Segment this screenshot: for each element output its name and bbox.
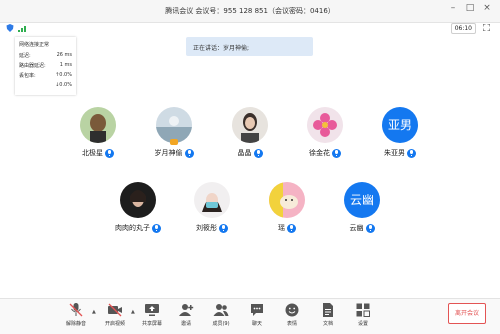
title-bar: 腾讯会议 会议号：955 128 851（会议密码：0416） – □ ×	[0, 0, 500, 23]
network-row: 丢包率: ↑0.0%	[19, 72, 72, 80]
fullscreen-icon[interactable]	[483, 24, 490, 31]
share-screen-button[interactable]: 共享屏幕	[137, 302, 167, 332]
avatar	[156, 107, 192, 143]
participant-tile[interactable]: 肉肉的丸子	[103, 182, 173, 244]
meeting-timer: 06:10	[450, 23, 476, 34]
microphone-icon	[332, 148, 341, 158]
participant-name: 徐金花	[309, 149, 330, 157]
unmute-button[interactable]: 解除静音	[61, 302, 91, 332]
participant-name: 朱亚男	[384, 149, 405, 157]
signal-icon[interactable]	[18, 25, 28, 32]
chevron-up-icon[interactable]: ▲	[92, 309, 96, 315]
avatar: 云幽	[344, 182, 380, 218]
avatar	[80, 107, 116, 143]
microphone-icon	[365, 223, 375, 233]
emoji-icon	[285, 303, 299, 317]
share-screen-label: 共享屏幕	[141, 321, 162, 327]
members-button[interactable]: 成员(9)	[206, 302, 236, 332]
microphone-icon	[105, 148, 114, 158]
participant-tile[interactable]: 亚男 朱亚男	[365, 107, 435, 169]
participant-tile[interactable]: 晶晶	[215, 107, 285, 169]
microphone-icon	[152, 223, 161, 233]
reactions-button[interactable]: 表情	[277, 302, 307, 332]
network-row-label: 丢包率:	[19, 73, 36, 79]
chevron-up-icon[interactable]: ▲	[131, 309, 135, 315]
settings-button[interactable]: 设置	[348, 302, 378, 332]
start-video-button[interactable]: 开启视频	[100, 302, 130, 332]
participant-tile[interactable]: 北极星	[63, 107, 133, 169]
avatar	[194, 182, 230, 218]
members-icon	[213, 304, 229, 316]
network-row-label: 路由器延迟:	[19, 63, 46, 69]
close-icon[interactable]: ×	[481, 3, 493, 13]
document-icon	[323, 303, 333, 317]
participant-tile[interactable]: 云幽 云幽	[327, 182, 397, 244]
add-user-icon	[179, 304, 194, 316]
microphone-icon	[184, 148, 194, 158]
network-row-value: 1 ms	[59, 62, 72, 68]
leave-meeting-button[interactable]: 离开会议	[448, 303, 486, 324]
participant-name: 刘筱彤	[196, 224, 217, 232]
chat-label: 聊天	[251, 321, 262, 327]
participant-tile[interactable]: 刘筱彤	[177, 182, 247, 244]
host-crown-icon	[170, 139, 178, 145]
maximize-icon[interactable]: □	[464, 3, 476, 13]
unmute-label: 解除静音	[65, 321, 86, 327]
avatar: 亚男	[382, 107, 418, 143]
network-row-value: 26 ms	[56, 52, 72, 58]
settings-label: 设置	[357, 321, 368, 327]
participant-name: 晶晶	[237, 149, 252, 157]
start-video-label: 开启视频	[104, 321, 125, 327]
network-row-value: ↑0.0%	[55, 72, 72, 78]
chat-icon	[251, 304, 263, 316]
info-bar: 06:10	[0, 22, 500, 34]
invite-label: 邀请	[180, 321, 191, 327]
participant-name: 瑶	[278, 224, 285, 232]
network-row: 延迟: 26 ms	[19, 52, 72, 60]
members-label: 成员(9)	[212, 321, 230, 327]
participant-name: 岁月神偷	[154, 149, 183, 157]
documents-button[interactable]: 文档	[313, 302, 343, 332]
network-status-panel: 网络连接正常 延迟: 26 ms 路由器延迟: 1 ms 丢包率: ↑0.0% …	[15, 37, 76, 95]
network-row: 路由器延迟: 1 ms	[19, 62, 72, 70]
invite-button[interactable]: 邀请	[171, 302, 201, 332]
avatar	[307, 107, 343, 143]
network-status-header: 网络连接正常	[19, 42, 50, 48]
participant-tile[interactable]: 瑶	[252, 182, 322, 244]
microphone-muted-icon	[69, 303, 83, 317]
avatar	[232, 107, 268, 143]
microphone-icon	[219, 223, 228, 233]
participant-tile[interactable]: 岁月神偷	[139, 107, 209, 169]
shield-icon[interactable]	[6, 24, 14, 32]
network-row-value: ↓0.0%	[55, 82, 72, 88]
speaking-text: 正在讲话：岁月神偷;	[193, 45, 250, 52]
network-row: ↓0.0%	[19, 82, 72, 90]
microphone-icon	[407, 148, 416, 158]
participant-name: 云幽	[349, 224, 364, 232]
chat-button[interactable]: 聊天	[242, 302, 272, 332]
speaking-banner: 正在讲话：岁月神偷;	[186, 37, 313, 56]
avatar	[269, 182, 305, 218]
participant-tile[interactable]: 徐金花	[290, 107, 360, 169]
minimize-icon[interactable]: –	[447, 3, 459, 13]
documents-label: 文档	[322, 321, 333, 327]
participant-name: 肉肉的丸子	[115, 224, 150, 232]
network-row-label: 延迟:	[19, 53, 31, 59]
reactions-label: 表情	[286, 321, 297, 327]
camera-off-icon	[108, 303, 122, 317]
window-title: 腾讯会议 会议号：955 128 851（会议密码：0416）	[165, 7, 335, 15]
microphone-icon	[253, 148, 263, 158]
meeting-toolbar: 解除静音 ▲ 开启视频 ▲ 共享屏幕 邀请 成员(9) 聊天 表情 文档 设置	[0, 298, 500, 334]
avatar	[120, 182, 156, 218]
microphone-icon	[287, 223, 296, 233]
participant-name: 北极星	[82, 149, 103, 157]
apps-grid-icon	[356, 303, 370, 317]
share-screen-icon	[145, 304, 159, 316]
